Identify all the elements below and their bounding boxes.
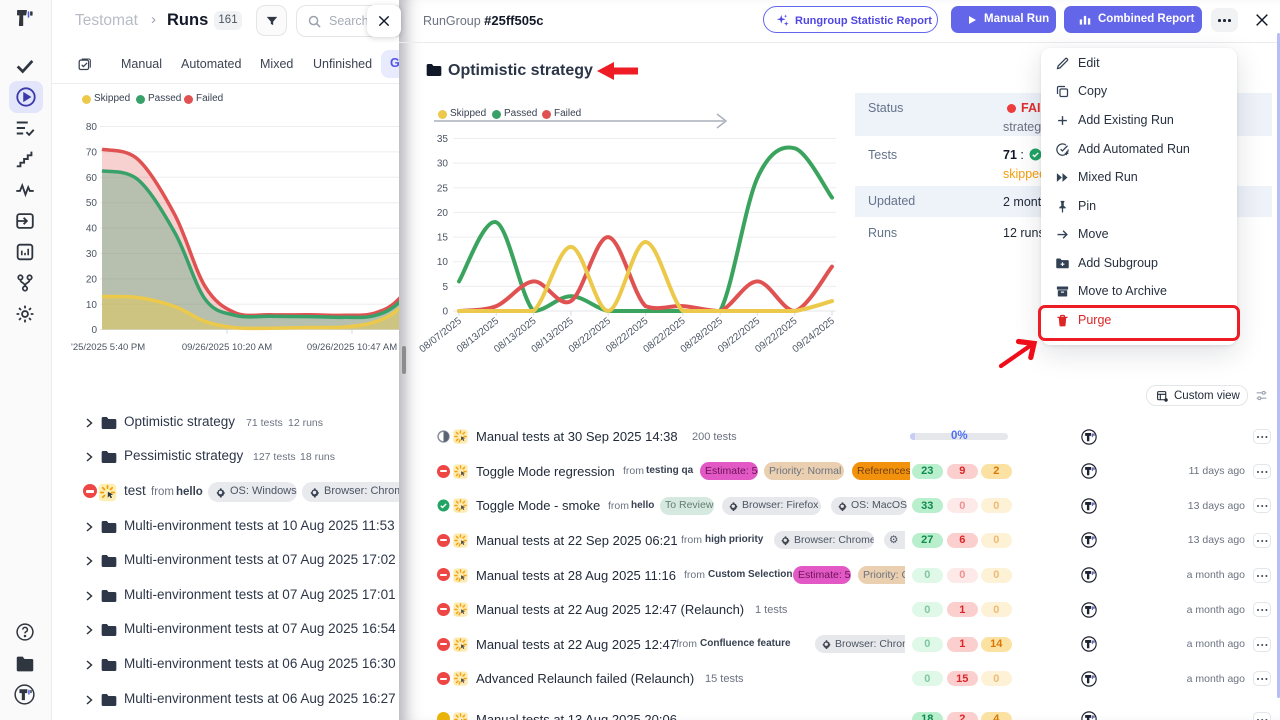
svg-text:30: 30 [86, 249, 98, 260]
svg-text:80: 80 [86, 122, 98, 133]
svg-text:09/26/2025 10:47 AM: 09/26/2025 10:47 AM [307, 342, 397, 353]
svg-text:60: 60 [86, 173, 98, 184]
svg-text:10: 10 [86, 300, 98, 311]
svg-text:09/26/2025 10:20 AM: 09/26/2025 10:20 AM [182, 342, 272, 353]
svg-text:50: 50 [86, 198, 98, 209]
svg-text:0: 0 [91, 325, 97, 336]
svg-text:'25/2025 5:40 PM: '25/2025 5:40 PM [71, 342, 145, 353]
svg-text:70: 70 [86, 147, 98, 158]
svg-text:40: 40 [86, 224, 98, 235]
svg-text:20: 20 [86, 274, 98, 285]
